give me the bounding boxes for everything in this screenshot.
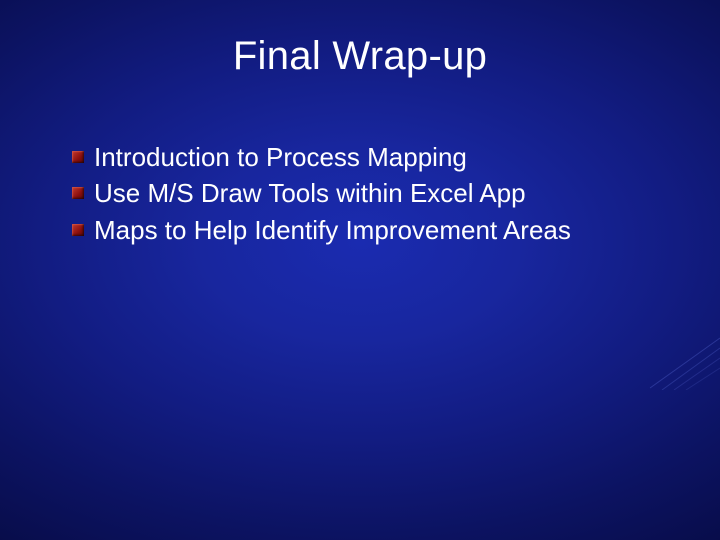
bullet-icon [72, 151, 84, 163]
slide: Final Wrap-up Introduction to Process Ma… [0, 0, 720, 540]
list-item: Introduction to Process Mapping [72, 140, 680, 174]
corner-accent-lines [640, 330, 720, 390]
slide-body: Introduction to Process Mapping Use M/S … [72, 140, 680, 249]
list-item: Maps to Help Identify Improvement Areas [72, 213, 680, 247]
list-item-text: Maps to Help Identify Improvement Areas [94, 213, 680, 247]
list-item-text: Introduction to Process Mapping [94, 140, 680, 174]
list-item-text: Use M/S Draw Tools within Excel App [94, 176, 680, 210]
list-item: Use M/S Draw Tools within Excel App [72, 176, 680, 210]
slide-title: Final Wrap-up [0, 34, 720, 79]
bullet-icon [72, 187, 84, 199]
bullet-icon [72, 224, 84, 236]
